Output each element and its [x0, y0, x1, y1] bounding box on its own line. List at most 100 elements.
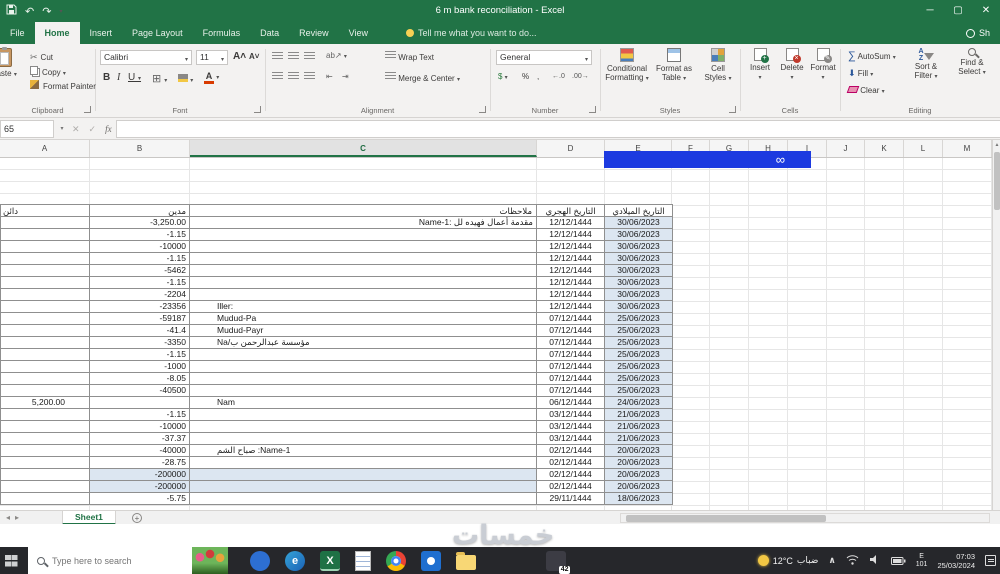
increase-indent-button[interactable]: ⇥	[342, 72, 349, 81]
cell-E[interactable]: 21/06/2023	[605, 433, 673, 445]
horizontal-scrollbar[interactable]	[620, 513, 990, 523]
sheet-grid[interactable]: دائن مدين ملاحظات التاريخ الهجري التاريخ الم…	[0, 158, 992, 510]
cell-A[interactable]	[0, 337, 90, 349]
cell-B[interactable]: -41.4	[90, 325, 190, 337]
align-middle-button[interactable]	[288, 52, 299, 63]
cell-styles-button[interactable]: Cell Styles ▾	[698, 48, 738, 108]
cell-B[interactable]: -10000	[90, 241, 190, 253]
cell-B[interactable]: -3,250.00	[90, 217, 190, 229]
recorder-icon[interactable]: 42	[546, 550, 570, 574]
tab-review[interactable]: Review	[289, 22, 339, 44]
font-dialog-launcher[interactable]	[254, 106, 261, 113]
cell-A[interactable]	[0, 217, 90, 229]
align-top-button[interactable]	[272, 52, 283, 63]
cell-C[interactable]	[190, 409, 537, 421]
battery-icon[interactable]	[890, 552, 906, 570]
overlay-shape[interactable]: ∞	[604, 151, 811, 168]
add-sheet-button[interactable]: +	[132, 513, 142, 523]
horizontal-scroll-thumb[interactable]	[626, 515, 826, 522]
cell-D[interactable]: 03/12/1444	[537, 409, 605, 421]
cell-C[interactable]	[190, 349, 537, 361]
percent-button[interactable]: %	[522, 72, 529, 81]
weather-widget[interactable]: 12°C ضباب	[757, 555, 818, 566]
cell-C[interactable]	[190, 481, 537, 493]
cell-A[interactable]	[0, 433, 90, 445]
cut-button[interactable]: ✂ Cut	[30, 52, 53, 63]
cell-B[interactable]: -40500	[90, 385, 190, 397]
wrap-text-button[interactable]: Wrap Text	[385, 51, 434, 62]
autosum-button[interactable]: ∑ AutoSum ▾	[848, 50, 896, 62]
cell-A[interactable]	[0, 253, 90, 265]
column-header-J[interactable]: J	[827, 140, 865, 157]
fill-color-button[interactable]: ▾	[178, 74, 193, 84]
cell-B[interactable]: -10000	[90, 421, 190, 433]
cell-D[interactable]: 12/12/1444	[537, 277, 605, 289]
cell-C[interactable]	[190, 373, 537, 385]
cell-B[interactable]: -1.15	[90, 229, 190, 241]
cell-C[interactable]	[190, 229, 537, 241]
align-bottom-button[interactable]	[304, 52, 315, 63]
cell-B[interactable]: -3350	[90, 337, 190, 349]
scroll-up-icon[interactable]: ▲	[993, 140, 1000, 150]
cell-C[interactable]	[190, 361, 537, 373]
cell-D[interactable]: 02/12/1444	[537, 457, 605, 469]
cell-C[interactable]	[190, 277, 537, 289]
cell-A[interactable]	[0, 457, 90, 469]
cell-E[interactable]: 30/06/2023	[605, 241, 673, 253]
edge-icon[interactable]: e	[285, 550, 305, 571]
minimize-button[interactable]: ─	[916, 0, 944, 22]
underline-button[interactable]: U ▾	[128, 72, 141, 83]
tab-insert[interactable]: Insert	[80, 22, 123, 44]
cell-C[interactable]: ملاحظات	[190, 204, 537, 217]
cell-B[interactable]: -200000	[90, 469, 190, 481]
cell-C[interactable]: Iller:	[190, 301, 537, 313]
cell-B[interactable]: -2204	[90, 289, 190, 301]
speaker-icon[interactable]	[869, 552, 881, 570]
cell-D[interactable]: 12/12/1444	[537, 253, 605, 265]
cell-B[interactable]: -1.15	[90, 277, 190, 289]
cell-C[interactable]	[190, 421, 537, 433]
tab-page-layout[interactable]: Page Layout	[122, 22, 193, 44]
cell-C[interactable]	[190, 469, 537, 481]
sheet-tab-sheet1[interactable]: Sheet1	[62, 511, 116, 525]
cell-E[interactable]: 25/06/2023	[605, 325, 673, 337]
grow-font-button[interactable]: A˄	[233, 51, 246, 62]
cell-B[interactable]: -1.15	[90, 349, 190, 361]
column-header-B[interactable]: B	[90, 140, 190, 157]
styles-dialog-launcher[interactable]	[729, 106, 736, 113]
paste-button[interactable]: Paste ▾	[0, 47, 22, 108]
cell-B[interactable]: -8.05	[90, 373, 190, 385]
cell-E[interactable]: 30/06/2023	[605, 217, 673, 229]
decrease-indent-button[interactable]: ⇤	[326, 72, 333, 81]
cell-A[interactable]	[0, 301, 90, 313]
cell-A[interactable]	[0, 313, 90, 325]
sheet-nav-arrows[interactable]: ◂▸	[6, 511, 24, 525]
document-icon[interactable]	[355, 550, 371, 571]
cell-E[interactable]: 30/06/2023	[605, 265, 673, 277]
cell-D[interactable]: 07/12/1444	[537, 313, 605, 325]
cell-D[interactable]: 02/12/1444	[537, 445, 605, 457]
cell-D[interactable]: 06/12/1444	[537, 397, 605, 409]
cell-A[interactable]	[0, 445, 90, 457]
format-as-table-button[interactable]: Format as Table ▾	[652, 48, 696, 108]
cell-D[interactable]: 12/12/1444	[537, 301, 605, 313]
vertical-scrollbar[interactable]: ▲	[992, 140, 1000, 510]
cell-A[interactable]	[0, 361, 90, 373]
align-left-button[interactable]	[272, 72, 283, 83]
column-header-C[interactable]: C	[190, 140, 537, 157]
cell-C[interactable]	[190, 253, 537, 265]
excel-taskbar-icon[interactable]: X	[320, 550, 340, 571]
taskbar-search-input[interactable]	[52, 555, 172, 566]
cell-E[interactable]: 30/06/2023	[605, 229, 673, 241]
cell-A[interactable]	[0, 229, 90, 241]
font-name-select[interactable]: Calibri ▾	[100, 50, 192, 65]
cell-D[interactable]: 07/12/1444	[537, 385, 605, 397]
cell-E[interactable]: 25/06/2023	[605, 313, 673, 325]
cell-E[interactable]: 20/06/2023	[605, 469, 673, 481]
font-color-button[interactable]: A ▾	[204, 72, 219, 84]
fill-button[interactable]: ⬇ Fill ▾	[848, 68, 873, 79]
cell-D[interactable]: 12/12/1444	[537, 241, 605, 253]
cell-C[interactable]	[190, 385, 537, 397]
cell-A[interactable]	[0, 289, 90, 301]
cell-C[interactable]	[190, 433, 537, 445]
